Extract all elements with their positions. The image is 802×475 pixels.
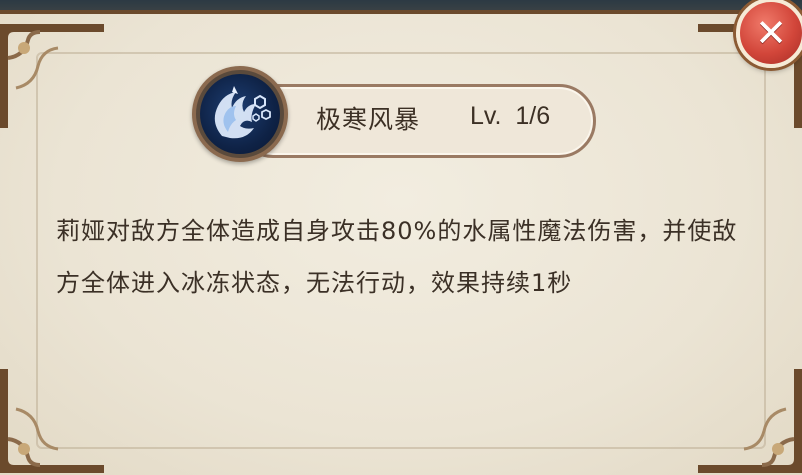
skill-dialog: 极寒风暴 Lv. 1/6 莉娅对敌方全体造成自身攻击80%的水属性魔法伤害，并使… [0,0,802,475]
corner-ornament-bottom-right [688,359,802,475]
skill-level: Lv. 1/6 [470,102,551,130]
corner-ornament-top-left [0,18,114,138]
corner-ornament-bottom-left [0,359,114,475]
frost-storm-skill-icon [200,74,280,154]
skill-description: 莉娅对敌方全体造成自身攻击80%的水属性魔法伤害，并使敌方全体进入冰冻状态，无法… [56,217,738,297]
close-x-icon: ✕ [755,11,787,55]
skill-name: 极寒风暴 [316,105,421,134]
close-button[interactable]: ✕ [736,0,802,68]
